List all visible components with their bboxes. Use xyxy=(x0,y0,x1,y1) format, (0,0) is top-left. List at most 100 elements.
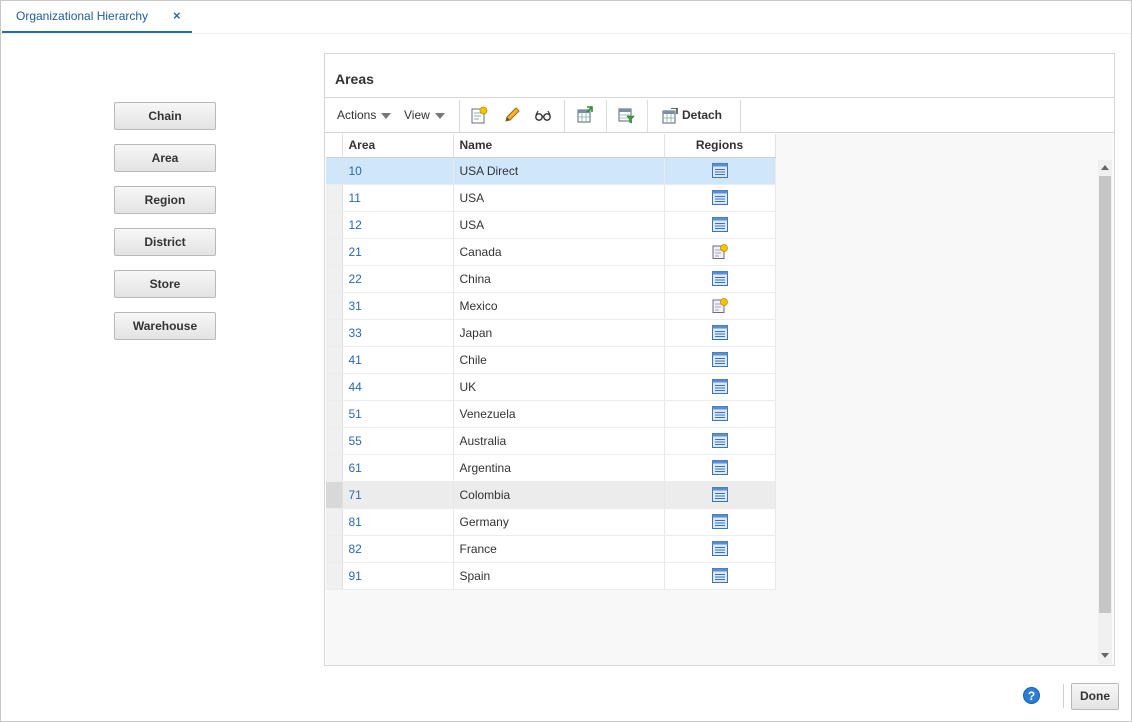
area-link[interactable]: 61 xyxy=(342,454,454,482)
close-icon[interactable]: × xyxy=(173,1,181,31)
regions-list-icon[interactable] xyxy=(711,433,728,449)
row-selector[interactable] xyxy=(326,238,343,266)
edit-pencil-icon[interactable] xyxy=(503,106,521,124)
row-selector[interactable] xyxy=(326,508,343,536)
table-row[interactable]: 61 Argentina xyxy=(326,454,776,482)
tab-organizational-hierarchy[interactable]: Organizational Hierarchy × xyxy=(2,1,192,33)
area-link[interactable]: 51 xyxy=(342,400,454,428)
area-link[interactable]: 41 xyxy=(342,346,454,374)
table-row[interactable]: 81 Germany xyxy=(326,508,776,536)
area-link[interactable]: 33 xyxy=(342,319,454,347)
area-name: Argentina xyxy=(453,454,665,482)
area-button[interactable]: Area xyxy=(114,144,216,172)
table-row[interactable]: 11 USA xyxy=(326,184,776,212)
view-glasses-icon[interactable] xyxy=(534,106,552,124)
create-icon[interactable] xyxy=(470,106,488,124)
area-name: Chile xyxy=(453,346,665,374)
table-header-row: Area Name Regions xyxy=(326,134,776,158)
regions-add-icon[interactable] xyxy=(712,244,728,260)
area-link[interactable]: 81 xyxy=(342,508,454,536)
regions-list-icon[interactable] xyxy=(711,325,728,341)
table-row[interactable]: 22 China xyxy=(326,265,776,293)
regions-list-icon[interactable] xyxy=(711,514,728,530)
regions-cell xyxy=(664,535,776,563)
area-link[interactable]: 21 xyxy=(342,238,454,266)
chain-button[interactable]: Chain xyxy=(114,102,216,130)
table-row[interactable]: 91 Spain xyxy=(326,562,776,590)
area-link[interactable]: 55 xyxy=(342,427,454,455)
actions-menu[interactable]: Actions xyxy=(337,108,392,122)
table-row[interactable]: 21 Canada xyxy=(326,238,776,266)
table-row[interactable]: 10 USA Direct xyxy=(326,157,776,185)
area-link[interactable]: 31 xyxy=(342,292,454,320)
regions-cell xyxy=(664,319,776,347)
table-row[interactable]: 33 Japan xyxy=(326,319,776,347)
regions-list-icon[interactable] xyxy=(711,163,728,179)
regions-list-icon[interactable] xyxy=(711,352,728,368)
row-selector[interactable] xyxy=(326,346,343,374)
region-button[interactable]: Region xyxy=(114,186,216,214)
row-selector[interactable] xyxy=(326,265,343,293)
table-row[interactable]: 51 Venezuela xyxy=(326,400,776,428)
regions-list-icon[interactable] xyxy=(711,271,728,287)
toolbar-divider xyxy=(740,100,741,132)
row-selector[interactable] xyxy=(326,562,343,590)
regions-list-icon[interactable] xyxy=(711,406,728,422)
query-by-example-icon[interactable] xyxy=(617,106,635,124)
row-selector[interactable] xyxy=(326,211,343,239)
district-button[interactable]: District xyxy=(114,228,216,256)
scroll-up-icon[interactable] xyxy=(1101,165,1109,170)
regions-cell xyxy=(664,157,776,185)
area-link[interactable]: 11 xyxy=(342,184,454,212)
area-link[interactable]: 12 xyxy=(342,211,454,239)
row-selector[interactable] xyxy=(326,427,343,455)
area-link[interactable]: 44 xyxy=(342,373,454,401)
store-button[interactable]: Store xyxy=(114,270,216,298)
area-link[interactable]: 82 xyxy=(342,535,454,563)
regions-list-icon[interactable] xyxy=(711,460,728,476)
table-row[interactable]: 71 Colombia xyxy=(326,481,776,509)
area-link[interactable]: 71 xyxy=(342,481,454,509)
row-selector[interactable] xyxy=(326,292,343,320)
table-row[interactable]: 82 France xyxy=(326,535,776,563)
column-header-area[interactable]: Area xyxy=(342,134,454,158)
table-row[interactable]: 55 Australia xyxy=(326,427,776,455)
row-selector[interactable] xyxy=(326,454,343,482)
regions-add-icon[interactable] xyxy=(712,298,728,314)
regions-list-icon[interactable] xyxy=(711,487,728,503)
area-link[interactable]: 91 xyxy=(342,562,454,590)
scroll-down-icon[interactable] xyxy=(1101,653,1109,658)
vertical-scrollbar[interactable] xyxy=(1098,160,1112,664)
regions-list-icon[interactable] xyxy=(711,379,728,395)
regions-cell xyxy=(664,508,776,536)
view-menu[interactable]: View xyxy=(404,108,445,122)
column-header-name[interactable]: Name xyxy=(453,134,665,158)
warehouse-button[interactable]: Warehouse xyxy=(114,312,216,340)
regions-list-icon[interactable] xyxy=(711,217,728,233)
row-selector[interactable] xyxy=(326,319,343,347)
table-row[interactable]: 31 Mexico xyxy=(326,292,776,320)
row-selector[interactable] xyxy=(326,481,343,509)
scrollbar-thumb[interactable] xyxy=(1099,176,1111,613)
area-link[interactable]: 10 xyxy=(342,157,454,185)
table-row[interactable]: 41 Chile xyxy=(326,346,776,374)
export-spreadsheet-icon[interactable] xyxy=(576,106,594,124)
table-row[interactable]: 12 USA xyxy=(326,211,776,239)
row-selector[interactable] xyxy=(326,184,343,212)
row-selector[interactable] xyxy=(326,535,343,563)
regions-list-icon[interactable] xyxy=(711,190,728,206)
regions-list-icon[interactable] xyxy=(711,568,728,584)
area-name: Japan xyxy=(453,319,665,347)
regions-list-icon[interactable] xyxy=(711,541,728,557)
table-viewport: Area Name Regions 10 USA Direct 11 USA 12 USA… xyxy=(326,134,1113,665)
row-selector[interactable] xyxy=(326,157,343,185)
area-link[interactable]: 22 xyxy=(342,265,454,293)
help-icon[interactable]: ? xyxy=(1023,687,1040,704)
column-header-regions[interactable]: Regions xyxy=(664,134,776,158)
row-selector[interactable] xyxy=(326,373,343,401)
regions-cell xyxy=(664,481,776,509)
detach-button[interactable]: Detach xyxy=(662,106,722,126)
table-row[interactable]: 44 UK xyxy=(326,373,776,401)
row-selector[interactable] xyxy=(326,400,343,428)
done-button[interactable]: Done xyxy=(1071,683,1119,710)
